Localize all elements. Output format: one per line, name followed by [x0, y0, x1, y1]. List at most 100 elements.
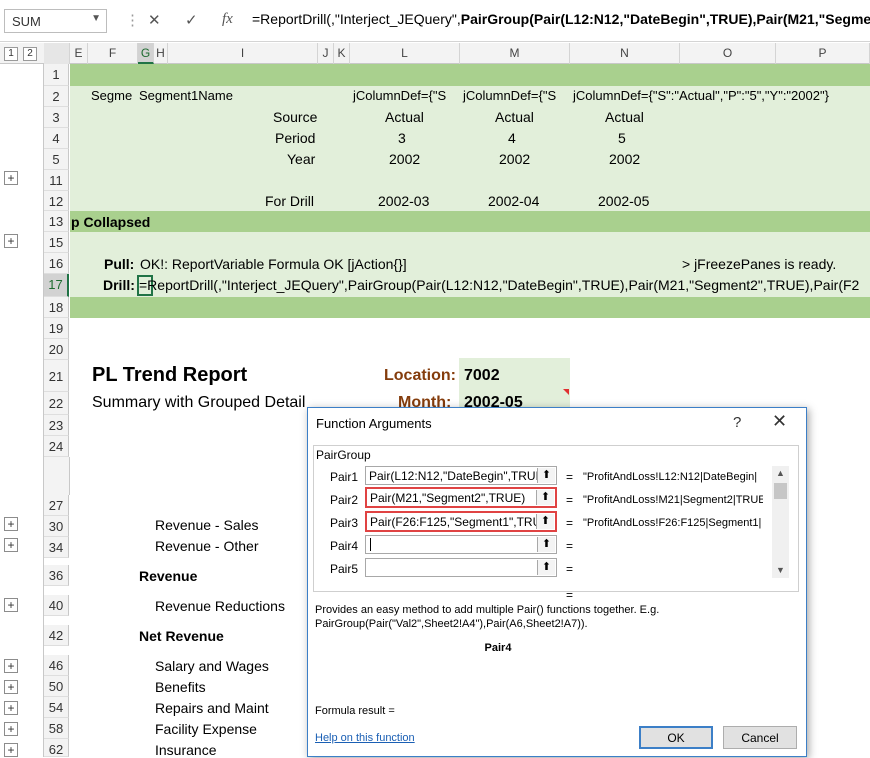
fordrill-m[interactable]: 2002-04	[488, 193, 539, 209]
row-header[interactable]: 2	[44, 86, 69, 107]
collapse-dialog-icon[interactable]: ⬆	[537, 468, 555, 483]
arguments-scrollbar[interactable]: ▲ ▼	[772, 466, 789, 578]
expand-group-icon[interactable]: +	[4, 722, 18, 736]
row-header[interactable]: 54	[44, 697, 69, 718]
row-header[interactable]: 34	[44, 537, 69, 558]
row-header[interactable]: 42	[44, 625, 69, 646]
cell-l2[interactable]: jColumnDef={"S	[463, 88, 556, 103]
outline-level-2[interactable]: 2	[23, 47, 37, 61]
row-header[interactable]: 20	[44, 339, 69, 360]
row-header[interactable]: 1	[44, 64, 69, 86]
year-m[interactable]: 2002	[499, 151, 530, 167]
help-on-function-link[interactable]: Help on this function	[315, 732, 415, 744]
arg-input-pair4[interactable]: ⬆	[365, 535, 557, 554]
col-header-p[interactable]: P	[776, 43, 870, 64]
expand-group-icon[interactable]: +	[4, 538, 18, 552]
col-header-j[interactable]: J	[318, 43, 334, 64]
line-item[interactable]: Benefits	[155, 679, 206, 695]
cancel-icon[interactable]: ✕	[148, 11, 161, 29]
row-header[interactable]: 16	[44, 253, 69, 274]
source-l[interactable]: Actual	[385, 109, 424, 125]
drill-formula[interactable]: =ReportDrill(,"Interject_JEQuery",PairGr…	[139, 277, 859, 293]
collapse-dialog-icon[interactable]: ⬆	[536, 514, 554, 529]
row-header[interactable]: 36	[44, 565, 69, 586]
ok-button[interactable]: OK	[639, 726, 713, 749]
row-header[interactable]: 15	[44, 232, 69, 253]
select-all-corner[interactable]	[44, 43, 70, 64]
row-header[interactable]: 30	[44, 516, 69, 537]
row-header[interactable]: 46	[44, 655, 69, 676]
scroll-down-icon[interactable]: ▼	[776, 565, 785, 575]
collapse-dialog-icon[interactable]: ⬆	[537, 537, 555, 552]
row-header[interactable]: 5	[44, 149, 69, 170]
line-item[interactable]: Facility Expense	[155, 721, 257, 737]
help-icon[interactable]: ?	[733, 414, 741, 431]
row-header[interactable]: 3	[44, 107, 69, 128]
collapse-dialog-icon[interactable]: ⬆	[536, 490, 554, 505]
row-header[interactable]: 13	[44, 211, 69, 232]
source-m[interactable]: Actual	[495, 109, 534, 125]
row-header[interactable]: 62	[44, 739, 69, 757]
name-box[interactable]: SUM ▼	[4, 9, 107, 33]
col-header-e[interactable]: E	[70, 43, 88, 64]
formula-input[interactable]: =ReportDrill(,"Interject_JEQuery",PairGr…	[252, 11, 870, 27]
expand-group-icon[interactable]: +	[4, 598, 18, 612]
col-header-h[interactable]: H	[154, 43, 168, 64]
col-header-k[interactable]: K	[334, 43, 350, 64]
line-item[interactable]: Revenue - Other	[155, 538, 259, 554]
expand-group-icon[interactable]: +	[4, 517, 18, 531]
chevron-down-icon[interactable]: ▼	[91, 13, 101, 24]
row-header[interactable]: 50	[44, 676, 69, 697]
expand-group-icon[interactable]: +	[4, 680, 18, 694]
line-item[interactable]: Repairs and Maint	[155, 700, 269, 716]
period-n[interactable]: 5	[618, 130, 626, 146]
location-value[interactable]: 7002	[464, 367, 500, 385]
col-header-o[interactable]: O	[680, 43, 776, 64]
arg-input-pair2[interactable]: Pair(M21,"Segment2",TRUE) ⬆	[365, 487, 557, 508]
cell-g2[interactable]: Segment1Name	[139, 88, 233, 103]
row-header[interactable]: 23	[44, 415, 69, 436]
row-header[interactable]: 58	[44, 718, 69, 739]
arg-input-pair5[interactable]: ⬆	[365, 558, 557, 577]
close-icon[interactable]: ✕	[772, 411, 787, 432]
col-header-n[interactable]: N	[570, 43, 680, 64]
row-header[interactable]: 21	[44, 360, 69, 392]
fordrill-n[interactable]: 2002-05	[598, 193, 649, 209]
expand-group-icon[interactable]: +	[4, 743, 18, 757]
outline-level-1[interactable]: 1	[4, 47, 18, 61]
insert-function-icon[interactable]: fx	[222, 11, 233, 28]
enter-icon[interactable]: ✓	[185, 11, 198, 29]
year-n[interactable]: 2002	[609, 151, 640, 167]
expand-group-icon[interactable]: +	[4, 701, 18, 715]
row-header[interactable]: 4	[44, 128, 69, 149]
expand-group-icon[interactable]: +	[4, 234, 18, 248]
row-header[interactable]: 40	[44, 595, 69, 616]
row-header[interactable]: 27	[44, 495, 69, 516]
period-m[interactable]: 4	[508, 130, 516, 146]
col-header-g[interactable]: G	[138, 43, 154, 64]
subtotal-label[interactable]: Net Revenue	[139, 628, 224, 644]
row-header[interactable]: 12	[44, 191, 69, 211]
row-header-selected[interactable]: 17	[44, 274, 69, 297]
period-l[interactable]: 3	[398, 130, 406, 146]
line-item[interactable]: Revenue - Sales	[155, 517, 259, 533]
row-header[interactable]: 24	[44, 436, 69, 457]
row-header[interactable]: 18	[44, 297, 69, 318]
cancel-button[interactable]: Cancel	[723, 726, 797, 749]
col-header-l[interactable]: L	[350, 43, 460, 64]
col-header-m[interactable]: M	[460, 43, 570, 64]
line-item[interactable]: Revenue Reductions	[155, 598, 285, 614]
row-header[interactable]: 22	[44, 392, 69, 415]
cell-m2[interactable]: jColumnDef={"S":"Actual","P":"5","Y":"20…	[573, 88, 829, 103]
subtotal-label[interactable]: Revenue	[139, 568, 197, 584]
scroll-thumb[interactable]	[774, 483, 787, 499]
line-item[interactable]: Salary and Wages	[155, 658, 269, 674]
source-n[interactable]: Actual	[605, 109, 644, 125]
fordrill-l[interactable]: 2002-03	[378, 193, 429, 209]
cell-k2[interactable]: jColumnDef={"S	[353, 88, 446, 103]
collapse-dialog-icon[interactable]: ⬆	[537, 560, 555, 575]
row-header[interactable]: 11	[44, 170, 69, 191]
row-header[interactable]: 19	[44, 318, 69, 339]
year-l[interactable]: 2002	[389, 151, 420, 167]
expand-group-icon[interactable]: +	[4, 659, 18, 673]
